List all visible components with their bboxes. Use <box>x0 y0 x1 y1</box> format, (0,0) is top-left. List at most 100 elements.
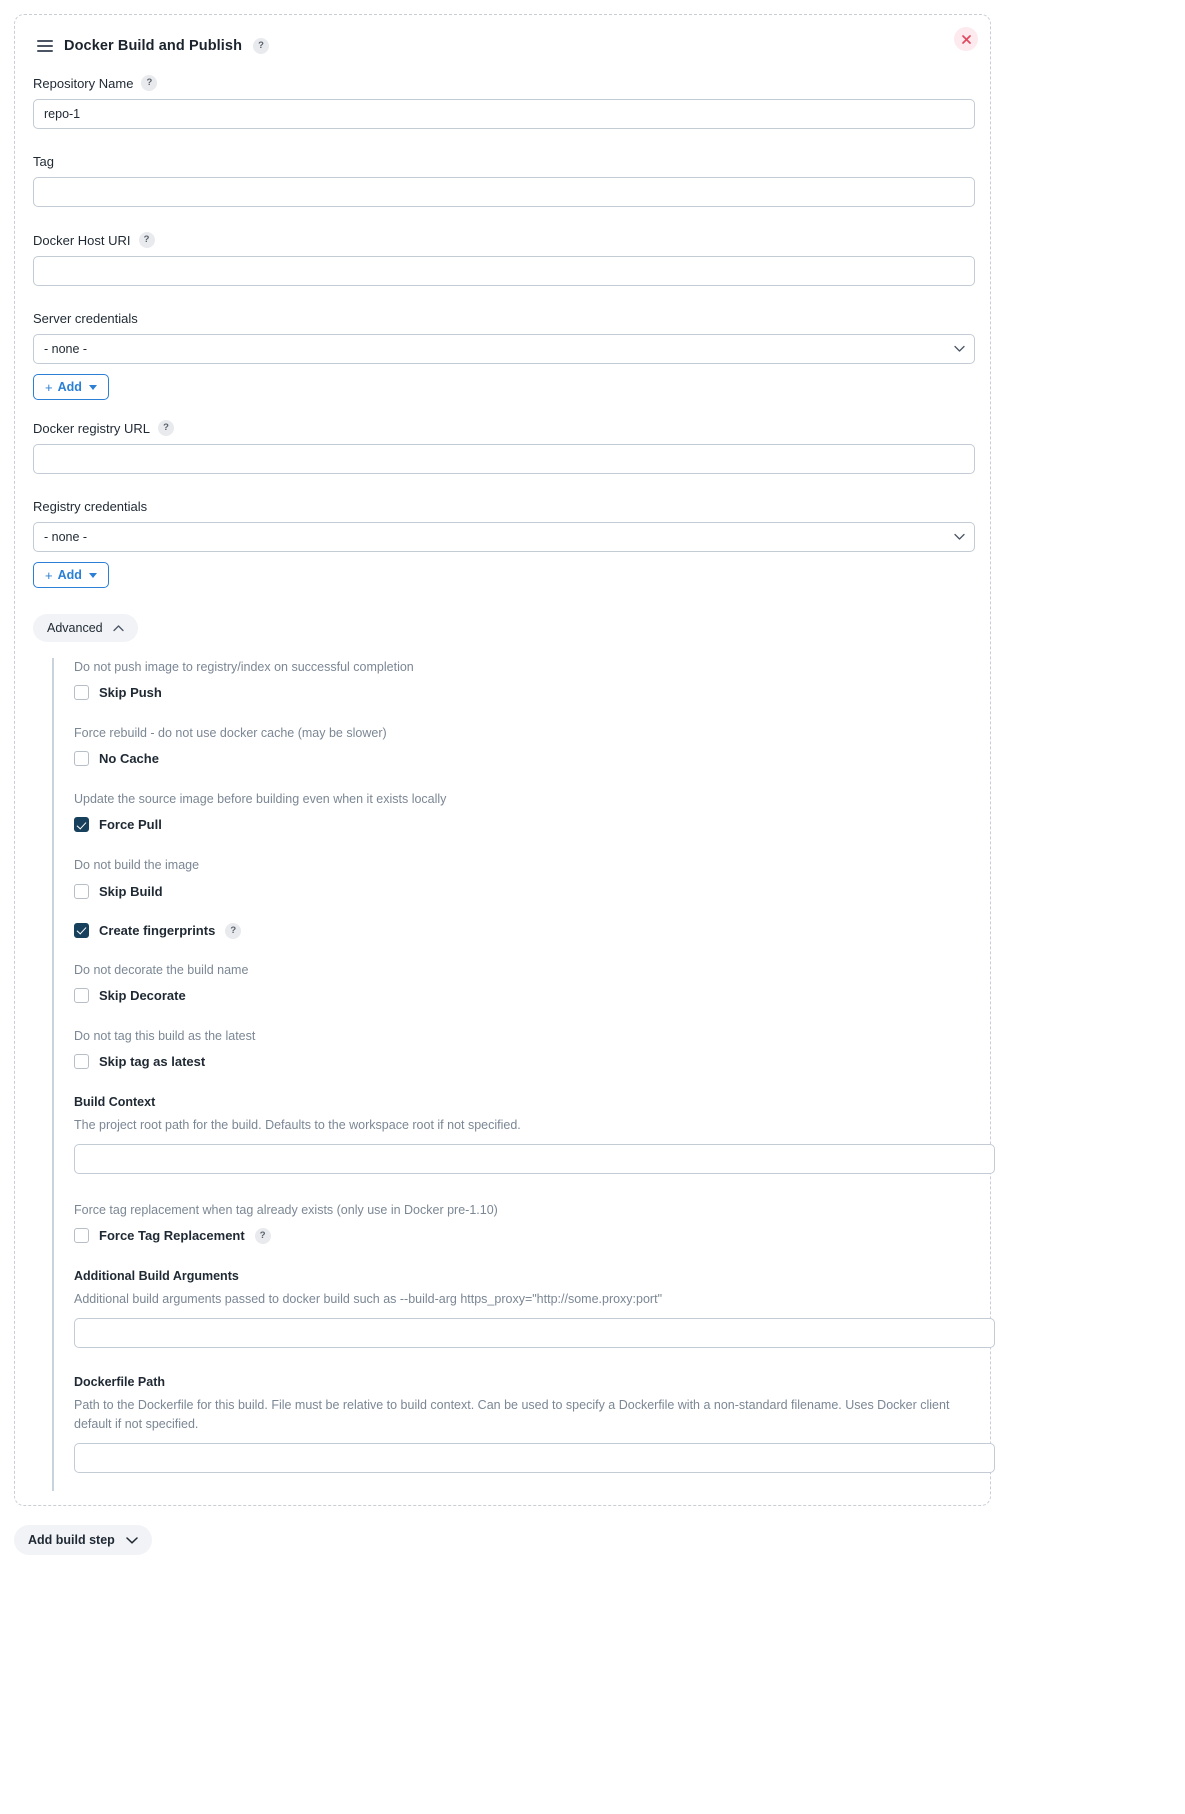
label-skip-tag-as-latest: Skip tag as latest <box>99 1053 206 1069</box>
desc-skip-push: Do not push image to registry/index on s… <box>74 660 414 674</box>
checkbox-row-skip-decorate[interactable]: Skip Decorate <box>74 987 972 1003</box>
label-additional-build-arguments: Additional Build Arguments <box>74 1268 239 1283</box>
checkbox-row-force-tag-replacement[interactable]: Force Tag Replacement ? <box>74 1227 972 1244</box>
dockerfile-path-input[interactable] <box>74 1442 995 1473</box>
label-row-server-credentials: Server credentials <box>33 311 972 326</box>
help-icon-force-tag-replacement[interactable]: ? <box>254 1227 271 1244</box>
checkbox-force-pull[interactable] <box>74 817 89 833</box>
add-server-credentials-button[interactable]: + Add <box>33 374 109 400</box>
add-registry-credentials-label: Add <box>57 568 82 582</box>
desc-no-cache: Force rebuild - do not use docker cache … <box>74 726 387 741</box>
field-repository-name: Repository Name ? <box>33 75 975 129</box>
label-docker-registry-url: Docker registry URL <box>33 420 151 436</box>
build-step-header: Docker Build and Publish ? <box>37 34 972 58</box>
checkbox-skip-decorate[interactable] <box>74 987 89 1003</box>
close-icon <box>961 34 971 44</box>
advanced-toggle-button[interactable]: Advanced <box>33 614 138 642</box>
add-build-step-button[interactable]: Add build step <box>14 1525 152 1555</box>
checkbox-force-tag-replacement[interactable] <box>74 1228 89 1244</box>
checkbox-row-skip-push[interactable]: Skip Push <box>74 685 972 701</box>
advanced-group-additional-build-arguments: Additional Build Arguments Additional bu… <box>74 1268 995 1375</box>
caret-down-icon-registry-credentials <box>88 572 97 578</box>
label-server-credentials: Server credentials <box>33 311 138 326</box>
add-registry-credentials-button[interactable]: + Add <box>33 562 109 588</box>
plus-icon-registry-credentials: + <box>45 567 53 583</box>
desc-skip-tag-as-latest: Do not tag this build as the latest <box>74 1028 256 1043</box>
label-registry-credentials: Registry credentials <box>33 499 148 514</box>
field-docker-host-uri: Docker Host URI ? <box>33 232 975 286</box>
advanced-group-no-cache: Force rebuild - do not use docker cache … <box>74 724 972 790</box>
desc-build-context: The project root path for the build. Def… <box>74 1117 521 1132</box>
docker-registry-url-input[interactable] <box>33 444 975 474</box>
advanced-group-skip-tag-as-latest: Do not tag this build as the latest Skip… <box>74 1027 972 1095</box>
build-step-title: Docker Build and Publish <box>64 38 243 54</box>
label-row-docker-registry-url: Docker registry URL ? <box>33 420 972 436</box>
label-no-cache: No Cache <box>99 751 159 767</box>
label-row-docker-host-uri: Docker Host URI ? <box>33 232 972 248</box>
advanced-group-force-tag-replacement: Force tag replacement when tag already e… <box>74 1201 972 1269</box>
advanced-group-force-pull: Update the source image before building … <box>74 790 972 856</box>
advanced-group-skip-decorate: Do not decorate the build name Skip Deco… <box>74 961 972 1027</box>
field-server-credentials: Server credentials - none - + Add <box>33 311 975 400</box>
desc-force-pull: Update the source image before building … <box>74 792 447 807</box>
label-force-pull: Force Pull <box>99 817 162 833</box>
label-repository-name: Repository Name <box>33 75 134 91</box>
caret-down-icon-server-credentials <box>88 384 97 390</box>
additional-build-arguments-input[interactable] <box>74 1317 995 1348</box>
checkbox-no-cache[interactable] <box>74 751 89 767</box>
close-step-button[interactable] <box>954 27 978 51</box>
label-row-registry-credentials: Registry credentials <box>33 499 972 514</box>
label-skip-build: Skip Build <box>99 883 163 899</box>
desc-skip-decorate: Do not decorate the build name <box>74 962 249 977</box>
checkbox-row-create-fingerprints[interactable]: Create fingerprints ? <box>74 922 972 939</box>
registry-credentials-select[interactable]: - none - <box>33 522 975 552</box>
help-icon-repository-name[interactable]: ? <box>141 75 158 91</box>
chevron-down-icon <box>126 1536 138 1544</box>
advanced-toggle-label: Advanced <box>47 621 103 635</box>
checkbox-row-skip-tag-as-latest[interactable]: Skip tag as latest <box>74 1053 972 1069</box>
label-row-tag: Tag <box>33 154 972 169</box>
label-row-repository-name: Repository Name ? <box>33 75 972 91</box>
desc-skip-build: Do not build the image <box>74 858 200 873</box>
add-build-step-label: Add build step <box>28 1533 115 1547</box>
add-server-credentials-label: Add <box>57 380 82 394</box>
advanced-section: Do not push image to registry/index on s… <box>52 658 995 1491</box>
advanced-group-skip-build: Do not build the image Skip Build <box>74 856 972 922</box>
advanced-group-dockerfile-path: Dockerfile Path Path to the Dockerfile f… <box>74 1375 995 1491</box>
help-icon-create-fingerprints[interactable]: ? <box>225 922 242 939</box>
label-docker-host-uri: Docker Host URI <box>33 232 131 248</box>
tag-input[interactable] <box>33 177 975 207</box>
chevron-up-icon <box>112 624 124 631</box>
checkbox-create-fingerprints[interactable] <box>74 923 89 938</box>
repository-name-input[interactable] <box>33 99 975 129</box>
checkbox-skip-build[interactable] <box>74 883 89 899</box>
drag-handle-icon[interactable] <box>37 40 53 52</box>
field-tag: Tag <box>33 154 975 207</box>
advanced-group-create-fingerprints: Create fingerprints ? <box>74 922 972 961</box>
label-force-tag-replacement: Force Tag Replacement <box>99 1228 245 1244</box>
build-context-input[interactable] <box>74 1143 995 1174</box>
server-credentials-select-wrap: - none - <box>33 334 975 364</box>
docker-host-uri-input[interactable] <box>33 256 975 286</box>
help-icon-step-title[interactable]: ? <box>253 38 270 54</box>
desc-force-tag-replacement: Force tag replacement when tag already e… <box>74 1202 498 1217</box>
checkbox-row-skip-build[interactable]: Skip Build <box>74 883 972 899</box>
checkbox-skip-push[interactable] <box>74 685 89 701</box>
registry-credentials-select-wrap: - none - <box>33 522 975 552</box>
advanced-group-build-context: Build Context The project root path for … <box>74 1094 995 1201</box>
build-step-editor-page: Docker Build and Publish ? Repository Na… <box>0 0 1185 1814</box>
label-skip-decorate: Skip Decorate <box>99 987 186 1003</box>
checkbox-skip-tag-as-latest[interactable] <box>74 1053 89 1069</box>
label-skip-push: Skip Push <box>99 685 162 701</box>
label-create-fingerprints: Create fingerprints <box>99 923 216 938</box>
checkbox-row-force-pull[interactable]: Force Pull <box>74 817 972 833</box>
desc-additional-build-arguments: Additional build arguments passed to doc… <box>74 1291 663 1306</box>
help-icon-docker-host-uri[interactable]: ? <box>138 232 155 248</box>
help-icon-docker-registry-url[interactable]: ? <box>158 420 175 436</box>
server-credentials-select[interactable]: - none - <box>33 334 975 364</box>
build-step-card: Docker Build and Publish ? Repository Na… <box>14 14 995 1506</box>
advanced-group-skip-push: Do not push image to registry/index on s… <box>74 658 972 724</box>
label-build-context: Build Context <box>74 1094 156 1109</box>
checkbox-row-no-cache[interactable]: No Cache <box>74 751 972 767</box>
desc-dockerfile-path: Path to the Dockerfile for this build. F… <box>74 1397 950 1431</box>
